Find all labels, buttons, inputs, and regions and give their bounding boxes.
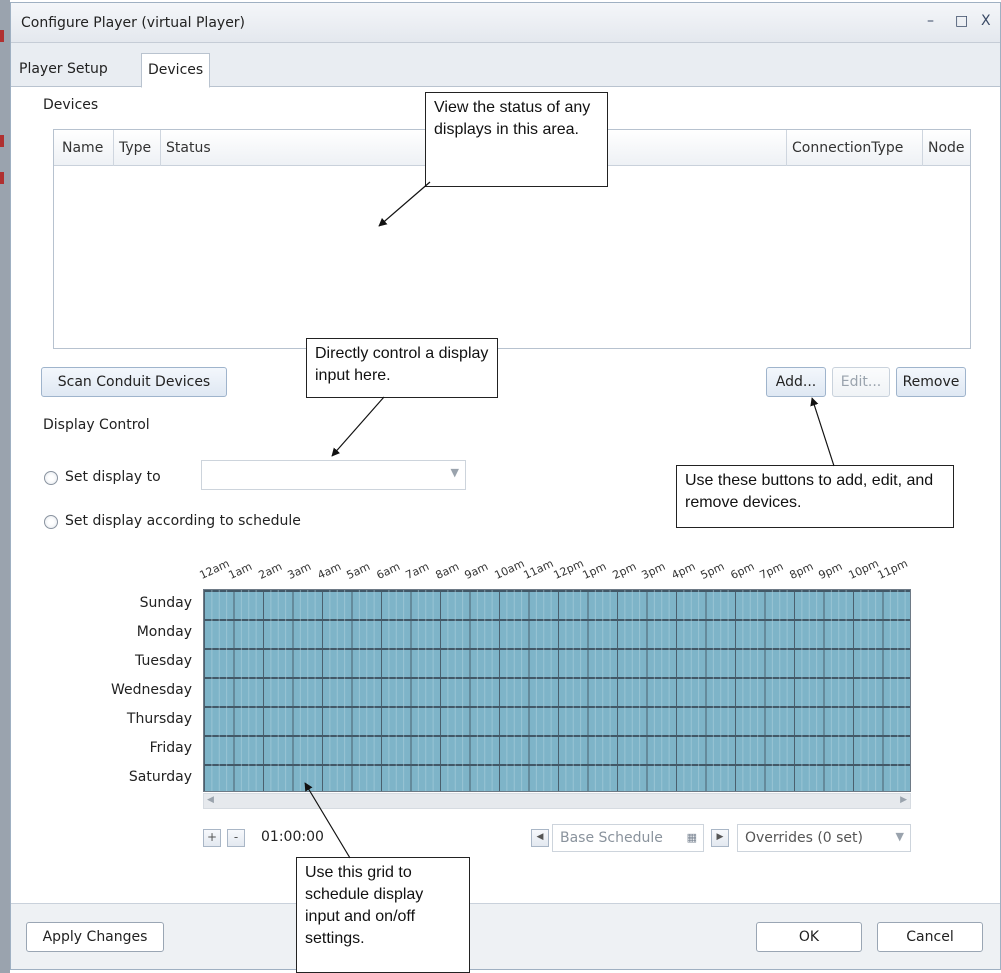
display-control-label: Display Control	[43, 417, 150, 433]
background-window-strip	[0, 0, 10, 973]
set-display-to-label: Set display to	[65, 469, 161, 485]
column-header-name[interactable]: Name	[62, 140, 103, 156]
minimize-icon[interactable]: –	[927, 13, 934, 29]
schedule-next-icon[interactable]: ▶	[711, 829, 729, 847]
display-input-dropdown[interactable]: ▼	[201, 460, 466, 490]
schedule-horizontal-scrollbar[interactable]: ◀ ▶	[203, 793, 911, 809]
chevron-down-icon: ▼	[450, 466, 459, 479]
base-schedule-label: Base Schedule	[560, 830, 663, 846]
chevron-down-icon: ▼	[895, 830, 904, 843]
hour-label: 5pm	[698, 559, 727, 582]
tab-player-setup[interactable]: Player Setup	[13, 53, 114, 87]
day-label: Tuesday	[135, 653, 192, 669]
column-header-type[interactable]: Type	[119, 140, 151, 156]
hour-label: 11pm	[875, 556, 910, 582]
hour-label: 9am	[462, 559, 491, 582]
schedule-prev-icon[interactable]: ◀	[531, 829, 549, 847]
zoom-out-button[interactable]: -	[227, 829, 245, 847]
column-header-status[interactable]: Status	[166, 140, 211, 156]
hour-label: 8pm	[787, 559, 816, 582]
hour-label: 3pm	[639, 559, 668, 582]
devices-section-label: Devices	[43, 97, 99, 113]
tab-label: Devices	[148, 62, 204, 78]
day-label: Sunday	[139, 595, 192, 611]
hour-label: 1am	[226, 559, 255, 582]
maximize-icon[interactable]: □	[955, 13, 968, 29]
overrides-label: Overrides (0 set)	[745, 830, 863, 846]
tab-label: Player Setup	[19, 61, 108, 77]
background-mark	[0, 30, 4, 42]
hour-label: 8am	[433, 559, 462, 582]
scan-conduit-devices-button[interactable]: Scan Conduit Devices	[41, 367, 227, 397]
hour-label: 1pm	[580, 559, 609, 582]
callout-display-control: Directly control a display input here.	[306, 338, 498, 398]
hour-label: 2pm	[610, 559, 639, 582]
add-device-button[interactable]: Add...	[766, 367, 826, 397]
hour-label: 4am	[315, 559, 344, 582]
grid-menu-icon[interactable]: ▦	[687, 831, 697, 844]
close-icon[interactable]: X	[981, 13, 991, 29]
base-schedule-select[interactable]: Base Schedule ▦	[552, 824, 704, 852]
schedule-radio[interactable]	[44, 515, 58, 529]
day-label: Wednesday	[110, 682, 192, 698]
cancel-button[interactable]: Cancel	[877, 922, 983, 952]
tab-devices[interactable]: Devices	[141, 53, 211, 88]
callout-status: View the status of any displays in this …	[425, 92, 608, 187]
dialog-footer: Apply Changes OK Cancel	[11, 903, 1000, 969]
hour-label: 3am	[285, 559, 314, 582]
column-divider	[160, 130, 161, 166]
column-divider	[786, 130, 787, 166]
set-display-to-radio[interactable]	[44, 471, 58, 485]
tab-strip: Player Setup Devices	[11, 43, 1000, 88]
scroll-left-icon[interactable]: ◀	[207, 795, 214, 805]
hour-label: 7am	[403, 559, 432, 582]
hour-label: 4pm	[669, 559, 698, 582]
column-header-node[interactable]: Node	[928, 140, 965, 156]
day-label: Saturday	[128, 769, 192, 785]
hour-label: 5am	[344, 559, 373, 582]
background-mark	[0, 172, 4, 184]
hour-label: 7pm	[757, 559, 786, 582]
column-divider	[113, 130, 114, 166]
apply-changes-button[interactable]: Apply Changes	[26, 922, 164, 952]
zoom-in-button[interactable]: +	[203, 829, 221, 847]
title-bar[interactable]: Configure Player (virtual Player) – □ X	[11, 3, 1000, 43]
callout-schedule-grid: Use this grid to schedule display input …	[296, 857, 470, 973]
remove-device-button[interactable]: Remove	[896, 367, 966, 397]
schedule-grid[interactable]	[203, 589, 911, 792]
hour-label: 6am	[374, 559, 403, 582]
callout-buttons: Use these buttons to add, edit, and remo…	[676, 465, 954, 528]
window-title: Configure Player (virtual Player)	[21, 15, 246, 31]
hour-label: 9pm	[816, 559, 845, 582]
hour-label: 6pm	[728, 559, 757, 582]
schedule-interval: 01:00:00	[261, 829, 324, 845]
ok-button[interactable]: OK	[756, 922, 862, 952]
background-mark	[0, 135, 4, 147]
column-header-connection-type[interactable]: ConnectionType	[792, 140, 903, 156]
column-divider	[922, 130, 923, 166]
overrides-dropdown[interactable]: Overrides (0 set) ▼	[737, 824, 911, 852]
day-label: Monday	[136, 624, 192, 640]
edit-device-button[interactable]: Edit...	[832, 367, 890, 397]
day-label: Friday	[149, 740, 192, 756]
day-label: Thursday	[126, 711, 192, 727]
scroll-right-icon[interactable]: ▶	[900, 795, 907, 805]
hour-label: 2am	[256, 559, 285, 582]
schedule-option-label: Set display according to schedule	[65, 513, 301, 529]
